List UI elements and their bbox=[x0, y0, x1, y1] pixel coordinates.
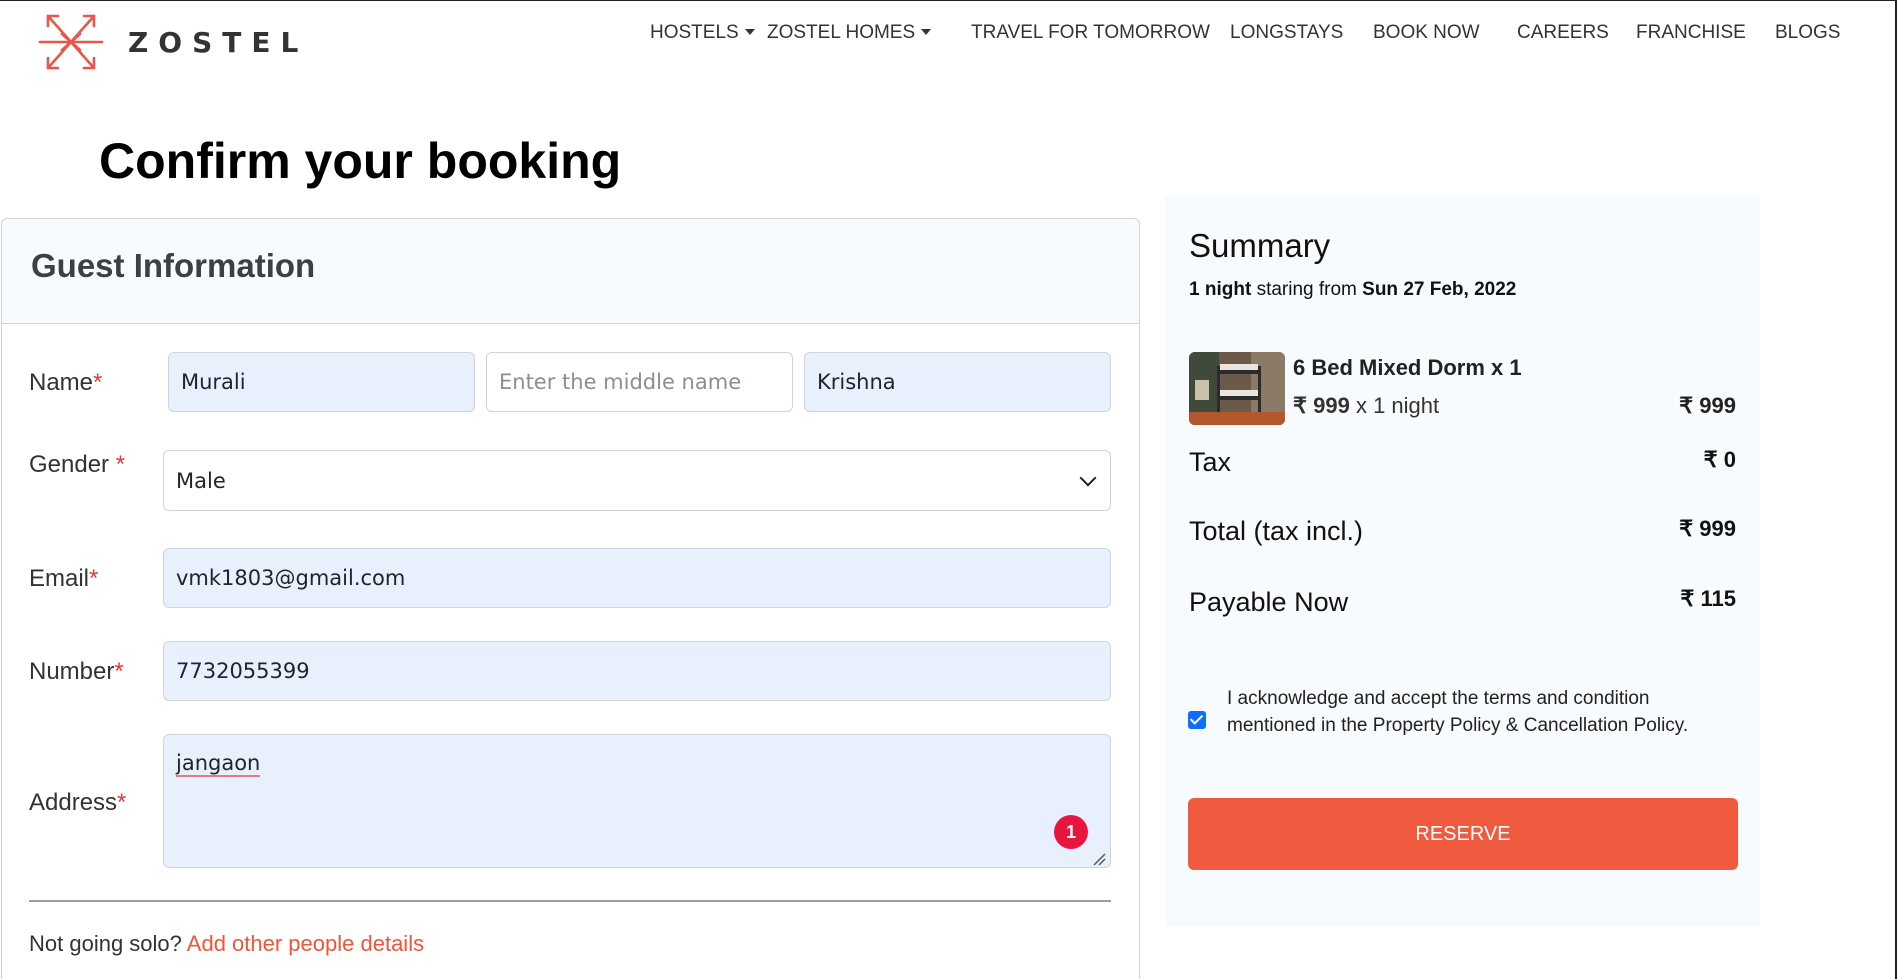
gender-value: Male bbox=[176, 468, 226, 493]
total-value: ₹ 999 bbox=[1679, 516, 1736, 541]
email-value: vmk1803@gmail.com bbox=[176, 566, 406, 590]
tax-label: Tax bbox=[1189, 447, 1232, 477]
add-people-row: Not going solo? Add other people details bbox=[29, 931, 424, 957]
room-rate: ₹ 999 x 1 night bbox=[1293, 393, 1439, 419]
gender-label: Gender * bbox=[29, 451, 125, 479]
nav-hostels-label: HOSTELS bbox=[650, 22, 739, 43]
gender-label-text: Gender bbox=[29, 451, 110, 478]
caret-down-icon bbox=[744, 29, 755, 35]
first-name-value: Murali bbox=[181, 370, 246, 394]
required-mark: * bbox=[117, 789, 127, 816]
site-header: ZOSTEL HOSTELS ZOSTEL HOMES TRAVEL FOR T… bbox=[0, 0, 1897, 80]
middle-name-placeholder: Enter the middle name bbox=[499, 370, 742, 394]
required-mark: * bbox=[89, 565, 99, 592]
number-label-text: Number bbox=[29, 658, 115, 685]
nav-careers[interactable]: CAREERS bbox=[1517, 22, 1609, 44]
summary-date: Sun 27 Feb, 2022 bbox=[1362, 279, 1517, 300]
room-name: 6 Bed Mixed Dorm x 1 bbox=[1293, 355, 1522, 380]
booking-summary-panel: Summary 1 night staring from Sun 27 Feb,… bbox=[1165, 197, 1760, 927]
nav-franchise[interactable]: FRANCHISE bbox=[1636, 22, 1746, 44]
last-name-value: Krishna bbox=[817, 370, 896, 394]
add-other-people-link[interactable]: Add other people details bbox=[187, 931, 424, 956]
email-label-text: Email bbox=[29, 565, 90, 592]
summary-stay-info: 1 night staring from Sun 27 Feb, 2022 bbox=[1189, 279, 1516, 301]
number-value: 7732055399 bbox=[176, 659, 310, 683]
address-label-text: Address bbox=[29, 789, 118, 816]
required-mark: * bbox=[93, 369, 103, 396]
summary-title: Summary bbox=[1189, 227, 1331, 264]
nav-careers-label: CAREERS bbox=[1517, 22, 1609, 43]
nav-travel-for-tomorrow[interactable]: TRAVEL FOR TOMORROW bbox=[971, 22, 1210, 44]
nav-book-now-label: BOOK NOW bbox=[1373, 22, 1480, 43]
summary-staring-from: staring from bbox=[1256, 279, 1357, 300]
room-thumbnail bbox=[1189, 352, 1285, 425]
terms-text: I acknowledge and accept the terms and c… bbox=[1227, 688, 1689, 736]
nav-franchise-label: FRANCHISE bbox=[1636, 22, 1746, 43]
page-title: Confirm your booking bbox=[99, 133, 622, 189]
nav-hostels[interactable]: HOSTELS bbox=[650, 22, 755, 44]
nav-blogs[interactable]: BLOGS bbox=[1775, 22, 1840, 44]
tax-value: ₹ 0 bbox=[1703, 447, 1736, 472]
address-textarea[interactable]: jangaon bbox=[163, 734, 1111, 868]
guest-card-title: Guest Information bbox=[31, 247, 316, 284]
email-field[interactable]: vmk1803@gmail.com bbox=[163, 548, 1111, 608]
required-mark: * bbox=[114, 658, 124, 685]
chevron-down-icon bbox=[1079, 469, 1097, 486]
nav-longstays-label: LONGSTAYS bbox=[1230, 22, 1344, 43]
nav-book-now[interactable]: BOOK NOW bbox=[1373, 22, 1480, 44]
first-name-input[interactable]: Murali bbox=[168, 352, 475, 412]
address-value: jangaon bbox=[176, 751, 261, 777]
guest-card-header: Guest Information bbox=[2, 219, 1139, 324]
caret-down-icon bbox=[921, 29, 932, 35]
payable-now-value: ₹ 115 bbox=[1680, 586, 1736, 611]
nav-zostel-homes-label: ZOSTEL HOMES bbox=[767, 22, 916, 43]
summary-nights: 1 night bbox=[1189, 279, 1252, 300]
gender-select[interactable]: Male bbox=[163, 450, 1111, 511]
extension-badge[interactable]: 1 bbox=[1054, 815, 1088, 849]
nav-blogs-label: BLOGS bbox=[1775, 22, 1841, 43]
required-mark: * bbox=[115, 451, 126, 478]
email-label: Email* bbox=[29, 565, 98, 593]
room-rate-suffix: x 1 night bbox=[1355, 393, 1440, 418]
last-name-input[interactable]: Krishna bbox=[804, 352, 1111, 412]
number-label: Number* bbox=[29, 658, 124, 686]
main-nav: HOSTELS ZOSTEL HOMES TRAVEL FOR TOMORROW… bbox=[0, 22, 1897, 52]
room-price: ₹ 999 bbox=[1679, 393, 1736, 418]
nav-longstays[interactable]: LONGSTAYS bbox=[1230, 22, 1343, 44]
total-label: Total (tax incl.) bbox=[1189, 516, 1364, 546]
nav-travel-label: TRAVEL FOR TOMORROW bbox=[971, 22, 1210, 43]
name-label: Name* bbox=[29, 369, 102, 397]
resize-handle-icon[interactable] bbox=[1092, 852, 1106, 866]
terms-checkbox[interactable] bbox=[1188, 711, 1206, 729]
phone-number-field[interactable]: 7732055399 bbox=[163, 641, 1111, 701]
nav-zostel-homes[interactable]: ZOSTEL HOMES bbox=[767, 22, 932, 44]
middle-name-input[interactable]: Enter the middle name bbox=[486, 352, 793, 412]
form-divider bbox=[29, 900, 1111, 902]
payable-now-label: Payable Now bbox=[1189, 587, 1349, 617]
room-rate-price: ₹ 999 bbox=[1293, 393, 1350, 418]
reserve-button[interactable]: RESERVE bbox=[1188, 798, 1738, 870]
address-label: Address* bbox=[29, 789, 126, 817]
name-label-text: Name bbox=[29, 369, 94, 396]
solo-text: Not going solo? bbox=[29, 931, 182, 956]
